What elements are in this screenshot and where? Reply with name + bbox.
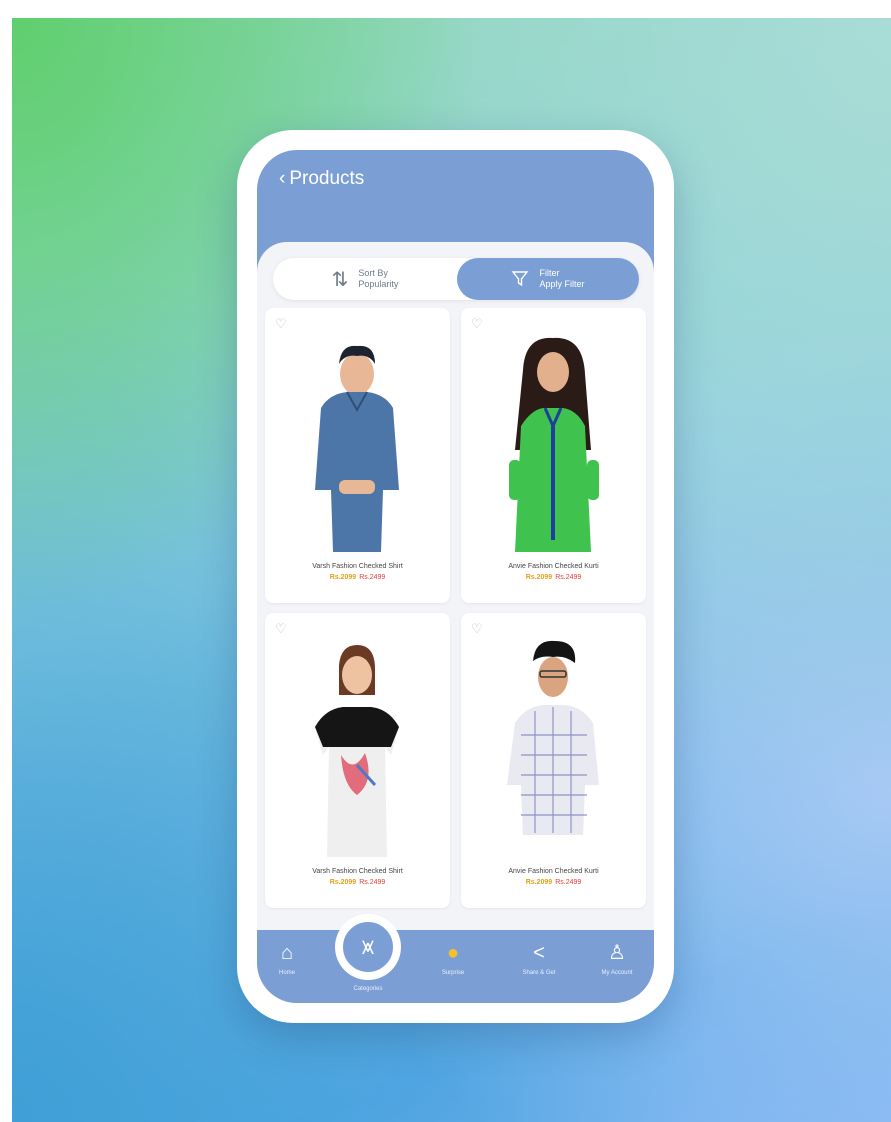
nav-item-account[interactable]: ♙ My Account [587,942,647,976]
product-card[interactable]: ♡ Varsh Fashion Checked Shirt Rs.2099 Rs.… [265,308,450,603]
nav-item-surprise[interactable]: ● Surprise [423,942,483,976]
heart-icon[interactable]: ♡ [471,621,483,637]
nav-label: My Account [601,970,633,976]
phone-frame: ‹ Products ⇅ Sort By Popularity Filter A… [237,130,674,1023]
old-price: Rs.2499 [555,574,582,581]
nav-item-home[interactable]: ⌂ Home [257,942,317,976]
heart-icon[interactable]: ♡ [275,316,287,332]
filter-button[interactable]: Filter Apply Filter [457,258,639,300]
product-price: Rs.2099 Rs.2499 [461,879,646,886]
old-price: Rs.2499 [359,574,386,581]
product-card[interactable]: ♡ Anvie Fashion Checked Kurti Rs.2099 Rs… [461,613,646,908]
nav-label: Categories [353,986,383,992]
heart-icon[interactable]: ♡ [275,621,287,637]
bottom-nav: ⌂ Home ⩙ Categories ● Surprise < Share &… [257,914,654,1003]
product-card[interactable]: ♡ Varsh Fashion Checked Shirt Rs.2099 Rs.… [265,613,450,908]
emoji-icon: ● [446,942,460,964]
product-price: Rs.2099 Rs.2499 [461,574,646,581]
product-price: Rs.2099 Rs.2499 [265,574,450,581]
chevron-left-icon: ‹ [279,168,286,189]
nav-item-share[interactable]: < Share & Get [509,942,569,976]
filter-value: Apply Filter [539,279,585,289]
nav-label: Home [278,970,295,976]
current-price: Rs.2099 [329,879,357,886]
sort-value: Popularity [358,279,399,289]
product-image [507,640,599,835]
product-name: Anvie Fashion Checked Kurti [508,868,599,875]
funnel-icon [512,271,529,287]
user-icon: ♙ [608,942,626,964]
product-name: Varsh Fashion Checked Shirt [312,563,403,570]
current-price: Rs.2099 [525,879,553,886]
sort-button[interactable]: ⇅ Sort By Popularity [273,258,457,300]
categories-icon: ⩙ [341,920,395,974]
app-screen: ‹ Products ⇅ Sort By Popularity Filter A… [257,150,654,1003]
sort-label: Sort By [358,268,388,278]
nav-label: Surprise [441,970,465,976]
page-title: Products [289,168,365,189]
sort-arrows-icon: ⇅ [331,268,349,291]
home-icon: ⌂ [280,942,294,964]
product-name: Anvie Fashion Checked Kurti [508,563,599,570]
old-price: Rs.2499 [555,879,582,886]
nav-label: Share & Get [522,970,556,976]
product-image [315,645,399,857]
old-price: Rs.2499 [359,879,386,886]
back-button[interactable]: ‹ Products [279,168,364,190]
filter-label: Filter [539,268,560,278]
product-image [509,337,599,552]
sort-filter-bar: ⇅ Sort By Popularity Filter Apply Filter [273,258,639,300]
nav-item-categories[interactable]: ⩙ [335,914,401,980]
product-name: Varsh Fashion Checked Shirt [312,868,403,875]
product-price: Rs.2099 Rs.2499 [265,879,450,886]
product-card[interactable]: ♡ Anvie Fashion Checked Kurti Rs.2099 Rs.… [461,308,646,603]
share-icon: < [533,942,545,964]
current-price: Rs.2099 [329,574,357,581]
heart-icon[interactable]: ♡ [471,316,483,332]
product-image [315,345,399,552]
current-price: Rs.2099 [525,574,553,581]
